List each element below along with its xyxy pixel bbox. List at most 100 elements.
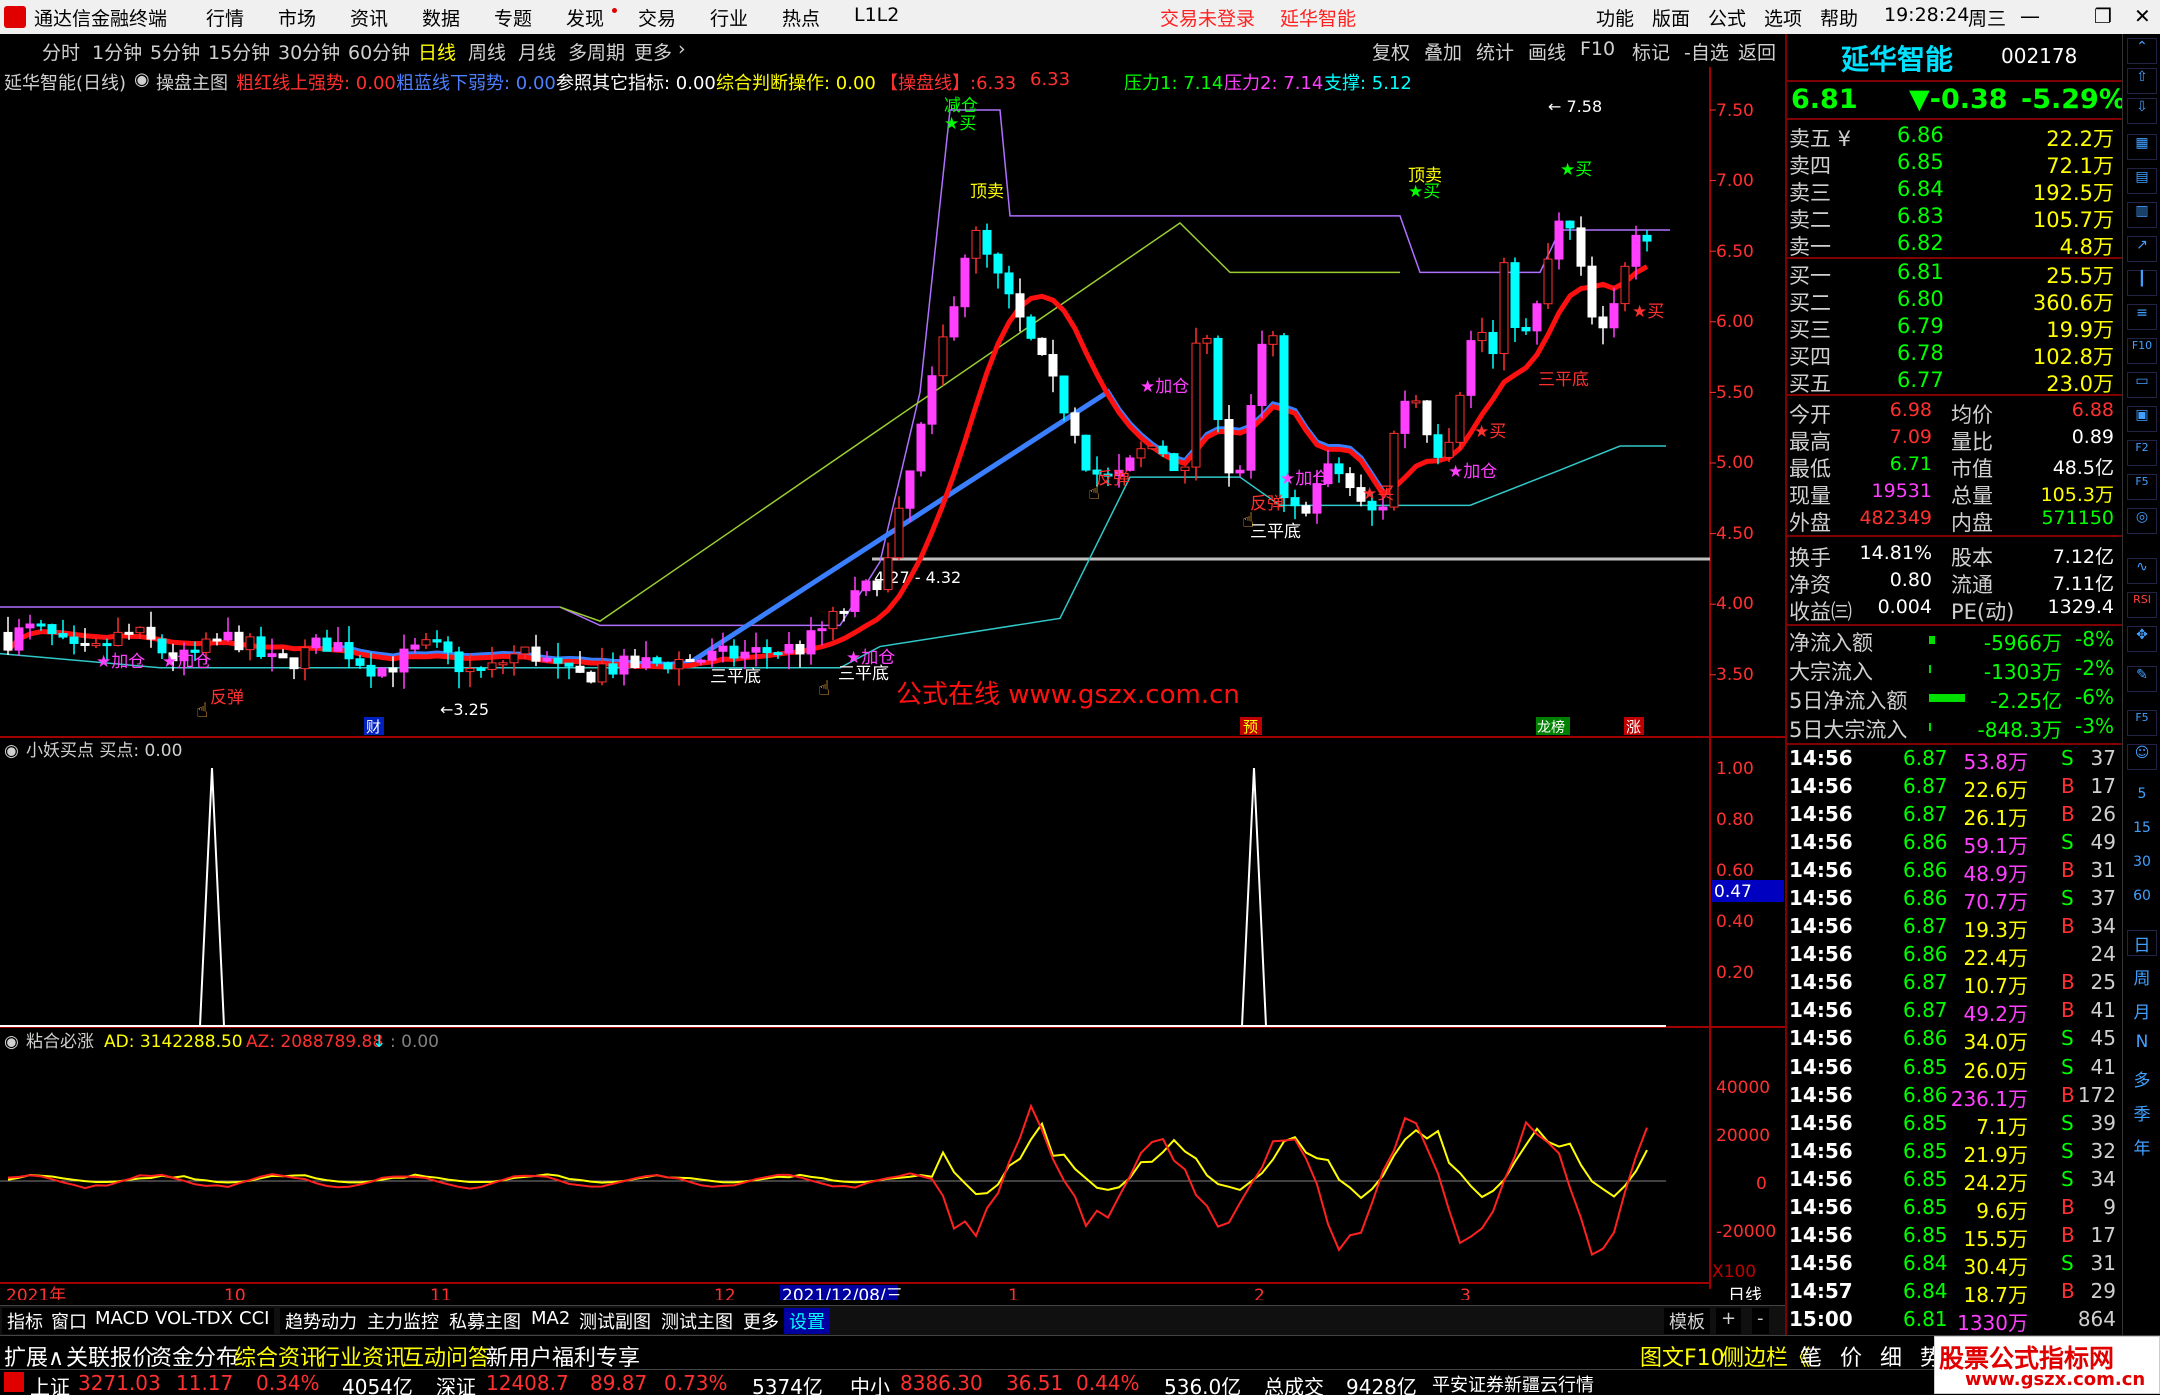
tab-plus[interactable]: + [1716, 1308, 1742, 1334]
down-icon[interactable]: ⇩ [2127, 98, 2157, 124]
collapse-icon[interactable]: ⌃ [2127, 38, 2157, 64]
tf-side-month[interactable]: 月 [2127, 998, 2157, 1024]
info-tab-industry[interactable]: 行业资讯 [318, 1340, 406, 1372]
tf-side-60[interactable]: 60 [2127, 888, 2157, 914]
tf-more[interactable]: 更多 [634, 38, 672, 65]
menu-gongshi[interactable]: 公式 [1708, 4, 1746, 31]
news-icon[interactable]: ▣ [2127, 406, 2157, 432]
menu-gongneng[interactable]: 功能 [1596, 4, 1634, 31]
indicator-tab[interactable]: VOL-TDX [150, 1308, 238, 1334]
target-icon[interactable]: ◎ [2127, 508, 2157, 534]
indicator-tab[interactable]: 测试副图 [574, 1308, 656, 1334]
menu-jiaoyi[interactable]: 交易 [638, 4, 676, 31]
chart-icon[interactable]: ▭ [2127, 372, 2157, 398]
menu-shichang[interactable]: 市场 [278, 4, 316, 31]
tf-side-multi[interactable]: 多 [2127, 1066, 2157, 1092]
info-tab-xi[interactable]: 细 [1880, 1340, 1902, 1372]
tf-monthly[interactable]: 月线 [518, 38, 556, 65]
btn-f10[interactable]: F10 [1580, 38, 1615, 60]
indicator-tab[interactable]: 更多 [738, 1308, 784, 1334]
menu-xuanxiang[interactable]: 选项 [1764, 4, 1802, 31]
orderbook-row[interactable]: 卖四 6.85 72.1万 [1785, 149, 2122, 178]
maximize-icon[interactable]: ❐ [2094, 4, 2112, 28]
indicator-tab[interactable]: CCI [234, 1308, 275, 1334]
kline-icon[interactable]: ┃ [2127, 270, 2157, 296]
indicator-tab[interactable]: MA2 [526, 1308, 576, 1334]
up-icon[interactable]: ⇧ [2127, 68, 2157, 94]
chart-area[interactable]: 7.50 7.00 6.50 6.00 5.50 5.00 4.50 4.00 … [0, 67, 1785, 1300]
tf-weekly[interactable]: 周线 [468, 38, 506, 65]
tf-side-year[interactable]: 年 [2127, 1134, 2157, 1160]
info-tab-related[interactable]: 关联报价 [66, 1340, 154, 1372]
orderbook-row[interactable]: 卖一 6.82 4.8万 [1785, 230, 2122, 259]
btn-biaoji[interactable]: 标记 [1632, 38, 1670, 65]
tf-side-n[interactable]: N [2127, 1032, 2157, 1058]
tf-60min[interactable]: 60分钟 [348, 38, 410, 65]
close-icon[interactable]: ✕ [2134, 4, 2151, 28]
info-tab-expand[interactable]: 扩展∧ [4, 1340, 64, 1372]
tf-side-15[interactable]: 15 [2127, 820, 2157, 846]
orderbook-row[interactable]: 卖五 ¥6.86 22.2万 [1785, 122, 2122, 151]
info-tab-qa[interactable]: 互动问答 [402, 1340, 490, 1372]
chevron-right-icon[interactable]: › [678, 38, 686, 60]
info-tab-bi[interactable]: 笔 [1800, 1340, 1822, 1372]
indicator-tab[interactable]: 私募主图 [444, 1308, 526, 1334]
f2-icon[interactable]: F2 [2127, 440, 2157, 466]
menu-zixun[interactable]: 资讯 [350, 4, 388, 31]
cross-icon[interactable]: ✥ [2127, 626, 2157, 652]
trade-status[interactable]: 交易未登录 [1160, 4, 1255, 31]
calc-icon[interactable]: ▦ [2127, 134, 2157, 160]
sh-label[interactable]: 上证 [30, 1371, 70, 1395]
orderbook-row[interactable]: 卖二 6.83 105.7万 [1785, 203, 2122, 232]
f10-icon[interactable]: F10 [2127, 338, 2157, 364]
tf-5min[interactable]: 5分钟 [150, 38, 200, 65]
orderbook-row[interactable]: 买一 6.81 25.5万 [1785, 259, 2122, 288]
orderbook-row[interactable]: 买二 6.80 360.6万 [1785, 286, 2122, 315]
orderbook-row[interactable]: 买五 6.77 23.0万 [1785, 367, 2122, 396]
trend-icon[interactable]: ↗ [2127, 236, 2157, 262]
indicator-tab[interactable]: 趋势动力 [280, 1308, 362, 1334]
info-tab-f10[interactable]: 图文F10 [1640, 1340, 1725, 1372]
tab-template[interactable]: 模板 [1664, 1308, 1710, 1334]
btn-tongji[interactable]: 统计 [1476, 38, 1514, 65]
table-icon[interactable]: ▥ [2127, 202, 2157, 228]
rsi-icon[interactable]: RSI [2127, 592, 2157, 618]
wave-icon[interactable]: ∿ [2127, 558, 2157, 584]
indicator2-icon[interactable]: ◉ [4, 1032, 19, 1052]
list-icon[interactable]: ≡ [2127, 304, 2157, 330]
tf-15min[interactable]: 15分钟 [208, 38, 270, 65]
btn-huaxian[interactable]: 画线 [1528, 38, 1566, 65]
tf-multi[interactable]: 多周期 [568, 38, 625, 65]
tf-fenshi[interactable]: 分时 [42, 38, 80, 65]
tf-side-30[interactable]: 30 [2127, 854, 2157, 880]
smile-icon[interactable]: ☺ [2127, 744, 2157, 770]
grid-icon[interactable]: ▤ [2127, 168, 2157, 194]
btn-zixuan[interactable]: -自选 [1684, 38, 1729, 65]
menu-hangye[interactable]: 行业 [710, 4, 748, 31]
menu-faxian[interactable]: 发现 [566, 4, 604, 31]
menu-shuju[interactable]: 数据 [422, 4, 460, 31]
f5b-icon[interactable]: F5 [2127, 710, 2157, 736]
info-tab-jia[interactable]: 价 [1840, 1340, 1862, 1372]
tf-daily[interactable]: 日线 [418, 38, 456, 65]
sz-label[interactable]: 深证 [436, 1371, 476, 1395]
indicator-tab[interactable]: MACD [90, 1308, 154, 1334]
indicator-tab[interactable]: 测试主图 [656, 1308, 738, 1334]
orderbook-row[interactable]: 买三 6.79 19.9万 [1785, 313, 2122, 342]
indicator-tab[interactable]: 主力监控 [362, 1308, 444, 1334]
info-tab-sidebar[interactable]: 侧边栏《 [1722, 1340, 1810, 1372]
info-tab-funds[interactable]: 资金分布 [150, 1340, 238, 1372]
tf-1min[interactable]: 1分钟 [92, 38, 142, 65]
btn-diejia[interactable]: 叠加 [1424, 38, 1462, 65]
menu-hangqing[interactable]: 行情 [206, 4, 244, 31]
f5-icon[interactable]: F5 [2127, 474, 2157, 500]
menu-banmian[interactable]: 版面 [1652, 4, 1690, 31]
indicator-tab[interactable]: 窗口 [46, 1308, 92, 1334]
tf-30min[interactable]: 30分钟 [278, 38, 340, 65]
indicator-tab[interactable]: 设置 [784, 1308, 830, 1334]
tf-side-quarter[interactable]: 季 [2127, 1100, 2157, 1126]
btn-fuquan[interactable]: 复权 [1372, 38, 1410, 65]
pencil-icon[interactable]: ✎ [2127, 666, 2157, 692]
indicator1-icon[interactable]: ◉ [4, 741, 19, 761]
info-tab-news[interactable]: 综合资讯 [234, 1340, 322, 1372]
